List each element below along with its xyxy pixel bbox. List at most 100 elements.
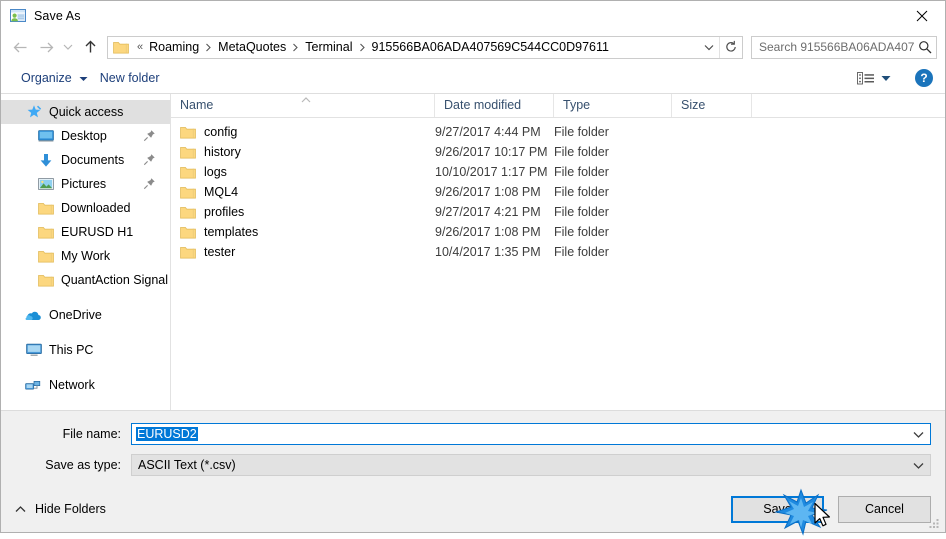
up-arrow-icon[interactable] [77, 34, 103, 60]
file-type-cell: File folder [554, 185, 609, 199]
column-header-filler [752, 94, 945, 117]
address-dropdown-icon[interactable] [699, 37, 719, 58]
search-box[interactable]: Search 915566BA06ADA40756... [751, 35, 937, 59]
close-button[interactable] [899, 1, 945, 31]
dialog-footer: Hide Folders Save Cancel [1, 486, 945, 532]
breadcrumb: « Roaming MetaQuotes Terminal 915566BA06… [133, 40, 699, 54]
search-icon [914, 40, 936, 54]
table-row[interactable]: profiles 9/27/2017 4:21 PM File folder [171, 202, 945, 222]
help-icon[interactable]: ? [915, 69, 933, 87]
chevron-right-icon [201, 43, 216, 52]
save-form: File name: EURUSD2 Save as type: ASCII T… [1, 410, 945, 486]
file-date-cell: 9/26/2017 1:08 PM [435, 225, 541, 239]
folder-icon [180, 145, 196, 159]
sidebar-item-label: Desktop [61, 129, 107, 143]
search-input[interactable]: Search 915566BA06ADA40756... [752, 40, 914, 54]
file-name-label: tester [204, 245, 236, 259]
table-row[interactable]: config 9/27/2017 4:44 PM File folder [171, 122, 945, 142]
refresh-icon[interactable] [719, 36, 742, 58]
sidebar-item-label: EURUSD H1 [61, 225, 134, 239]
title-bar: Save As [1, 1, 945, 31]
organize-button[interactable]: Organize [15, 66, 94, 90]
documents-icon [37, 152, 54, 168]
chevron-down-icon[interactable] [906, 462, 930, 469]
sidebar-item-label: My Work [61, 249, 111, 263]
cancel-button[interactable]: Cancel [838, 495, 931, 523]
file-name-label: config [204, 125, 238, 139]
sidebar-item-label: QuantAction Signal [61, 273, 169, 287]
hide-folders-button[interactable]: Hide Folders [15, 502, 106, 516]
sort-ascending-icon [299, 93, 313, 103]
file-name-cell: MQL4 [171, 185, 435, 199]
sidebar-item-label: Network [49, 378, 95, 392]
column-header-type[interactable]: Type [554, 94, 672, 117]
sidebar-item-quick-access[interactable]: Quick access [1, 100, 170, 124]
folder-icon [180, 185, 196, 199]
breadcrumb-item-roaming[interactable]: Roaming [147, 40, 201, 54]
breadcrumb-item-guid[interactable]: 915566BA06ADA407569C544CC0D97611 [370, 40, 611, 54]
navigation-pane: Quick access Desktop Documents Pictures … [1, 94, 171, 410]
address-bar[interactable]: « Roaming MetaQuotes Terminal 915566BA06… [107, 35, 743, 59]
table-row[interactable]: logs 10/10/2017 1:17 PM File folder [171, 162, 945, 182]
save-as-type-label: Save as type: [45, 458, 121, 472]
table-row[interactable]: history 9/26/2017 10:17 PM File folder [171, 142, 945, 162]
help-label: ? [920, 71, 928, 85]
save-button[interactable]: Save [731, 495, 824, 523]
new-folder-label: New folder [99, 71, 160, 85]
table-row[interactable]: templates 9/26/2017 1:08 PM File folder [171, 222, 945, 242]
folder-icon [180, 205, 196, 219]
file-name-value: EURUSD2 [136, 427, 198, 441]
dialog-body: Quick access Desktop Documents Pictures … [1, 94, 945, 410]
back-arrow-icon[interactable] [7, 34, 33, 60]
folder-icon [180, 125, 196, 139]
sidebar-item-network[interactable]: Network [1, 373, 170, 397]
file-name-cell: templates [171, 225, 435, 239]
view-layout-icon[interactable] [855, 67, 877, 89]
chevron-down-icon[interactable] [906, 431, 930, 438]
organize-label: Organize [21, 71, 72, 85]
sidebar-item-documents[interactable]: Documents [1, 148, 170, 172]
sidebar-item-quantaction-signal[interactable]: QuantAction Signal [1, 268, 170, 292]
recent-locations-chevron-icon[interactable] [59, 34, 77, 60]
sidebar-item-desktop[interactable]: Desktop [1, 124, 170, 148]
save-as-type-select[interactable]: ASCII Text (*.csv) [131, 454, 931, 476]
chevron-up-icon [15, 502, 26, 516]
sidebar-item-pictures[interactable]: Pictures [1, 172, 170, 196]
pin-icon[interactable] [143, 129, 156, 142]
file-name-label: profiles [204, 205, 245, 219]
column-header-size[interactable]: Size [672, 94, 752, 117]
sidebar-item-eurusd-h1[interactable]: EURUSD H1 [1, 220, 170, 244]
file-name-label: MQL4 [204, 185, 239, 199]
resize-grip-icon[interactable] [928, 516, 941, 529]
column-header-date-modified[interactable]: Date modified [435, 94, 554, 117]
file-name-input[interactable]: EURUSD2 [131, 423, 931, 445]
breadcrumb-item-metaquotes[interactable]: MetaQuotes [216, 40, 288, 54]
sidebar-item-label: Documents [61, 153, 125, 167]
breadcrumb-item-terminal[interactable]: Terminal [303, 40, 354, 54]
sidebar-item-my-work[interactable]: My Work [1, 244, 170, 268]
file-type-cell: File folder [554, 125, 609, 139]
sidebar-item-label: Quick access [49, 105, 124, 119]
sidebar-item-this-pc[interactable]: This PC [1, 338, 170, 362]
sidebar-item-label: Pictures [61, 177, 107, 191]
forward-arrow-icon[interactable] [33, 34, 59, 60]
navigation-bar: « Roaming MetaQuotes Terminal 915566BA06… [1, 31, 945, 63]
this-pc-icon [25, 342, 42, 358]
pin-icon[interactable] [143, 177, 156, 190]
file-date-cell: 10/4/2017 1:35 PM [435, 245, 541, 259]
pin-icon[interactable] [143, 153, 156, 166]
breadcrumb-overflow[interactable]: « [133, 41, 147, 53]
sidebar-item-onedrive[interactable]: OneDrive [1, 303, 170, 327]
table-row[interactable]: tester 10/4/2017 1:35 PM File folder [171, 242, 945, 262]
folder-icon [37, 224, 54, 240]
quick-access-star-icon [25, 104, 42, 120]
table-row[interactable]: MQL4 9/26/2017 1:08 PM File folder [171, 182, 945, 202]
view-dropdown-caret-icon[interactable] [877, 67, 895, 89]
command-bar: Organize New folder ? [1, 63, 945, 94]
sidebar-item-downloaded[interactable]: Downloaded [1, 196, 170, 220]
sidebar-item-label: OneDrive [49, 308, 102, 322]
column-header-row: Name Date modified Type Size [171, 94, 945, 118]
new-folder-button[interactable]: New folder [94, 66, 166, 90]
file-name-label: logs [204, 165, 227, 179]
